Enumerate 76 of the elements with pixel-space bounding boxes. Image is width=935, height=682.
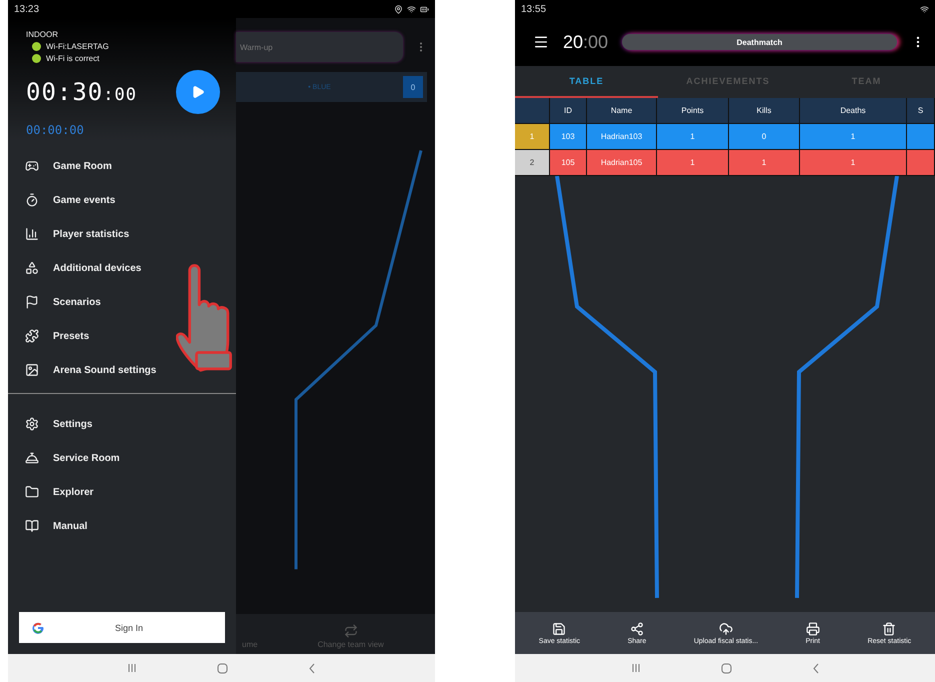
settings-icon (25, 417, 39, 431)
table-cell: 1 (657, 150, 729, 176)
home-icon[interactable] (217, 662, 228, 674)
home-icon[interactable] (720, 662, 732, 674)
rank-cell: 1 (515, 124, 550, 150)
status-time: 13:23 (14, 4, 40, 14)
table-cell: 1 (800, 124, 907, 150)
menu-item[interactable]: Arena Sound settings (8, 353, 160, 387)
column-header: Kills (729, 98, 800, 124)
printer-icon (806, 622, 820, 636)
play-icon (191, 85, 205, 99)
table-cell (907, 124, 935, 150)
rank-cell: 2 (515, 150, 550, 176)
flag-icon (25, 295, 39, 309)
cloud-upload-icon (718, 622, 733, 636)
image-icon (25, 363, 39, 377)
menu-item[interactable]: Additional devices (8, 251, 146, 285)
timer-icon (25, 193, 39, 207)
menu-item[interactable]: Manual (8, 509, 92, 543)
menu-item[interactable]: Player statistics (8, 217, 134, 251)
mode-label: INDOOR (26, 30, 59, 39)
game-timer: 00:30:00 (26, 78, 137, 106)
column-header (515, 98, 550, 124)
gamepad-icon (25, 159, 39, 173)
table-cell: Hadrian105 (587, 150, 657, 176)
column-header: Name (587, 98, 657, 124)
menu-item[interactable]: Game events (8, 183, 120, 217)
bell-icon (25, 451, 39, 465)
trash-icon (882, 622, 896, 636)
menu-item[interactable]: Explorer (8, 475, 98, 509)
table-cell: 1 (729, 150, 800, 176)
game-timer: 20:00 (563, 32, 608, 52)
table-cell: 1 (657, 124, 729, 150)
column-header: Deaths (800, 98, 907, 124)
shapes-icon (25, 261, 39, 275)
save-icon (552, 622, 566, 636)
back-icon[interactable] (812, 662, 820, 674)
menu-icon[interactable] (533, 34, 549, 50)
table-cell: 105 (550, 150, 587, 176)
mode-pill[interactable]: Deathmatch (622, 34, 897, 50)
menu-item[interactable]: Game Room (8, 149, 116, 183)
battery-icon (420, 4, 429, 14)
status-dot (32, 42, 41, 51)
elapsed-time: 00:00:00 (26, 123, 85, 137)
back-icon[interactable] (308, 662, 316, 674)
menu-item[interactable]: Service Room (8, 441, 124, 475)
table-cell: Hadrian103 (587, 124, 657, 150)
wifi-icon (920, 4, 929, 14)
puzzle-icon (25, 329, 39, 343)
team-score: 0 (403, 76, 423, 98)
menu-item[interactable]: Scenarios (8, 285, 105, 319)
sign-in-button[interactable]: Sign In (19, 612, 225, 643)
menu-item[interactable]: Presets (8, 319, 94, 353)
column-header: S (907, 98, 935, 124)
wifi-status: Wi-Fi:LASERTAG (46, 42, 109, 51)
wifi-icon (407, 4, 416, 14)
column-header: ID (550, 98, 587, 124)
table-cell: 1 (800, 150, 907, 176)
location-icon (394, 4, 403, 14)
table-cell: 0 (729, 124, 800, 150)
menu-item[interactable]: Settings (8, 407, 96, 441)
table-cell (907, 150, 935, 176)
recent-apps-icon[interactable] (630, 663, 640, 673)
g-logo-icon (31, 620, 45, 634)
share-icon (630, 622, 644, 636)
table-cell: 103 (550, 124, 587, 150)
bar-chart-icon (25, 227, 39, 241)
status-time: 13:55 (521, 4, 546, 14)
play-button[interactable] (176, 70, 220, 114)
column-header: Points (657, 98, 729, 124)
recent-apps-icon[interactable] (127, 663, 137, 673)
book-icon (25, 519, 39, 533)
folder-icon (25, 485, 39, 499)
status-dot (32, 54, 41, 63)
wifi-status: Wi-Fi is correct (46, 54, 100, 63)
swap-icon (344, 624, 358, 638)
